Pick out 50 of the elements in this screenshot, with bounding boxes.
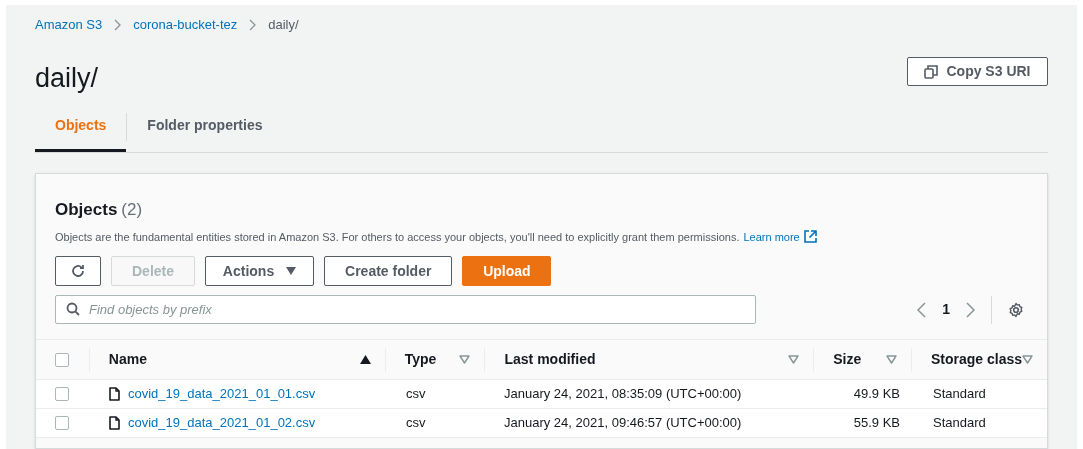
sort-icon[interactable]: [885, 355, 897, 364]
refresh-icon: [70, 263, 86, 279]
object-name-link[interactable]: covid_19_data_2021_01_02.csv: [128, 413, 316, 433]
table-cell: January 24, 2021, 08:35:09 (UTC+00:00): [504, 386, 742, 402]
actions-dropdown[interactable]: Actions: [205, 256, 315, 286]
refresh-button[interactable]: [55, 256, 101, 286]
table-cell: Standard: [933, 415, 986, 431]
file-icon: [109, 416, 120, 430]
table-cell: 55.9 KB: [853, 415, 900, 431]
sort-icon[interactable]: [459, 355, 471, 364]
panel-description: Objects are the fundamental entities stored in Amazon S3. For others to access your objects, you'll need to explicitly grant them permissions.: [55, 229, 740, 245]
column-header[interactable]: Size: [833, 349, 862, 370]
column-header[interactable]: Type: [404, 349, 437, 370]
table-cell: Standard: [933, 386, 986, 402]
breadcrumb-current: daily/: [268, 16, 299, 35]
row-checkbox[interactable]: [55, 416, 69, 430]
external-link-icon: [803, 230, 817, 244]
column-header[interactable]: Name: [108, 349, 147, 370]
settings-icon[interactable]: [1008, 301, 1024, 318]
sort-icon[interactable]: [788, 355, 800, 364]
page-number[interactable]: 1: [942, 299, 950, 320]
toolbar-button[interactable]: Create folder: [324, 256, 453, 286]
page-title: daily/: [35, 62, 99, 95]
column-header[interactable]: Last modified: [504, 349, 596, 370]
tab[interactable]: Folder properties: [127, 102, 283, 152]
breadcrumb-link[interactable]: Amazon S3: [35, 15, 103, 35]
next-page-icon[interactable]: [966, 301, 975, 318]
search-field[interactable]: Find objects by prefix: [55, 295, 756, 324]
table-cell: January 24, 2021, 09:46:57 (UTC+00:00): [504, 415, 742, 431]
learn-more-link[interactable]: Learn more: [743, 228, 800, 245]
copy-s3-uri-button[interactable]: Copy S3 URI: [907, 57, 1048, 86]
search-icon: [66, 302, 80, 316]
file-icon: [109, 387, 120, 401]
previous-page-icon[interactable]: [917, 301, 927, 318]
column-header[interactable]: Storage class: [930, 349, 1022, 370]
sort-icon[interactable]: [1022, 355, 1033, 364]
row-checkbox[interactable]: [55, 387, 69, 401]
table-cell: 49.9 KB: [853, 386, 900, 402]
panel-heading: Objects: [55, 199, 118, 221]
sort-ascending-icon[interactable]: [359, 355, 371, 364]
breadcrumb-link[interactable]: corona-bucket-tez: [133, 15, 238, 35]
object-name-link[interactable]: covid_19_data_2021_01_01.csv: [128, 384, 316, 404]
chevron-right-icon: [249, 19, 257, 31]
table-cell: csv: [406, 415, 426, 431]
object-count: (2): [121, 199, 143, 221]
chevron-right-icon: [114, 19, 122, 31]
copy-icon: [924, 64, 939, 79]
table-cell: csv: [406, 386, 426, 402]
select-all-checkbox[interactable]: [55, 352, 69, 367]
caret-icon: [286, 267, 297, 275]
